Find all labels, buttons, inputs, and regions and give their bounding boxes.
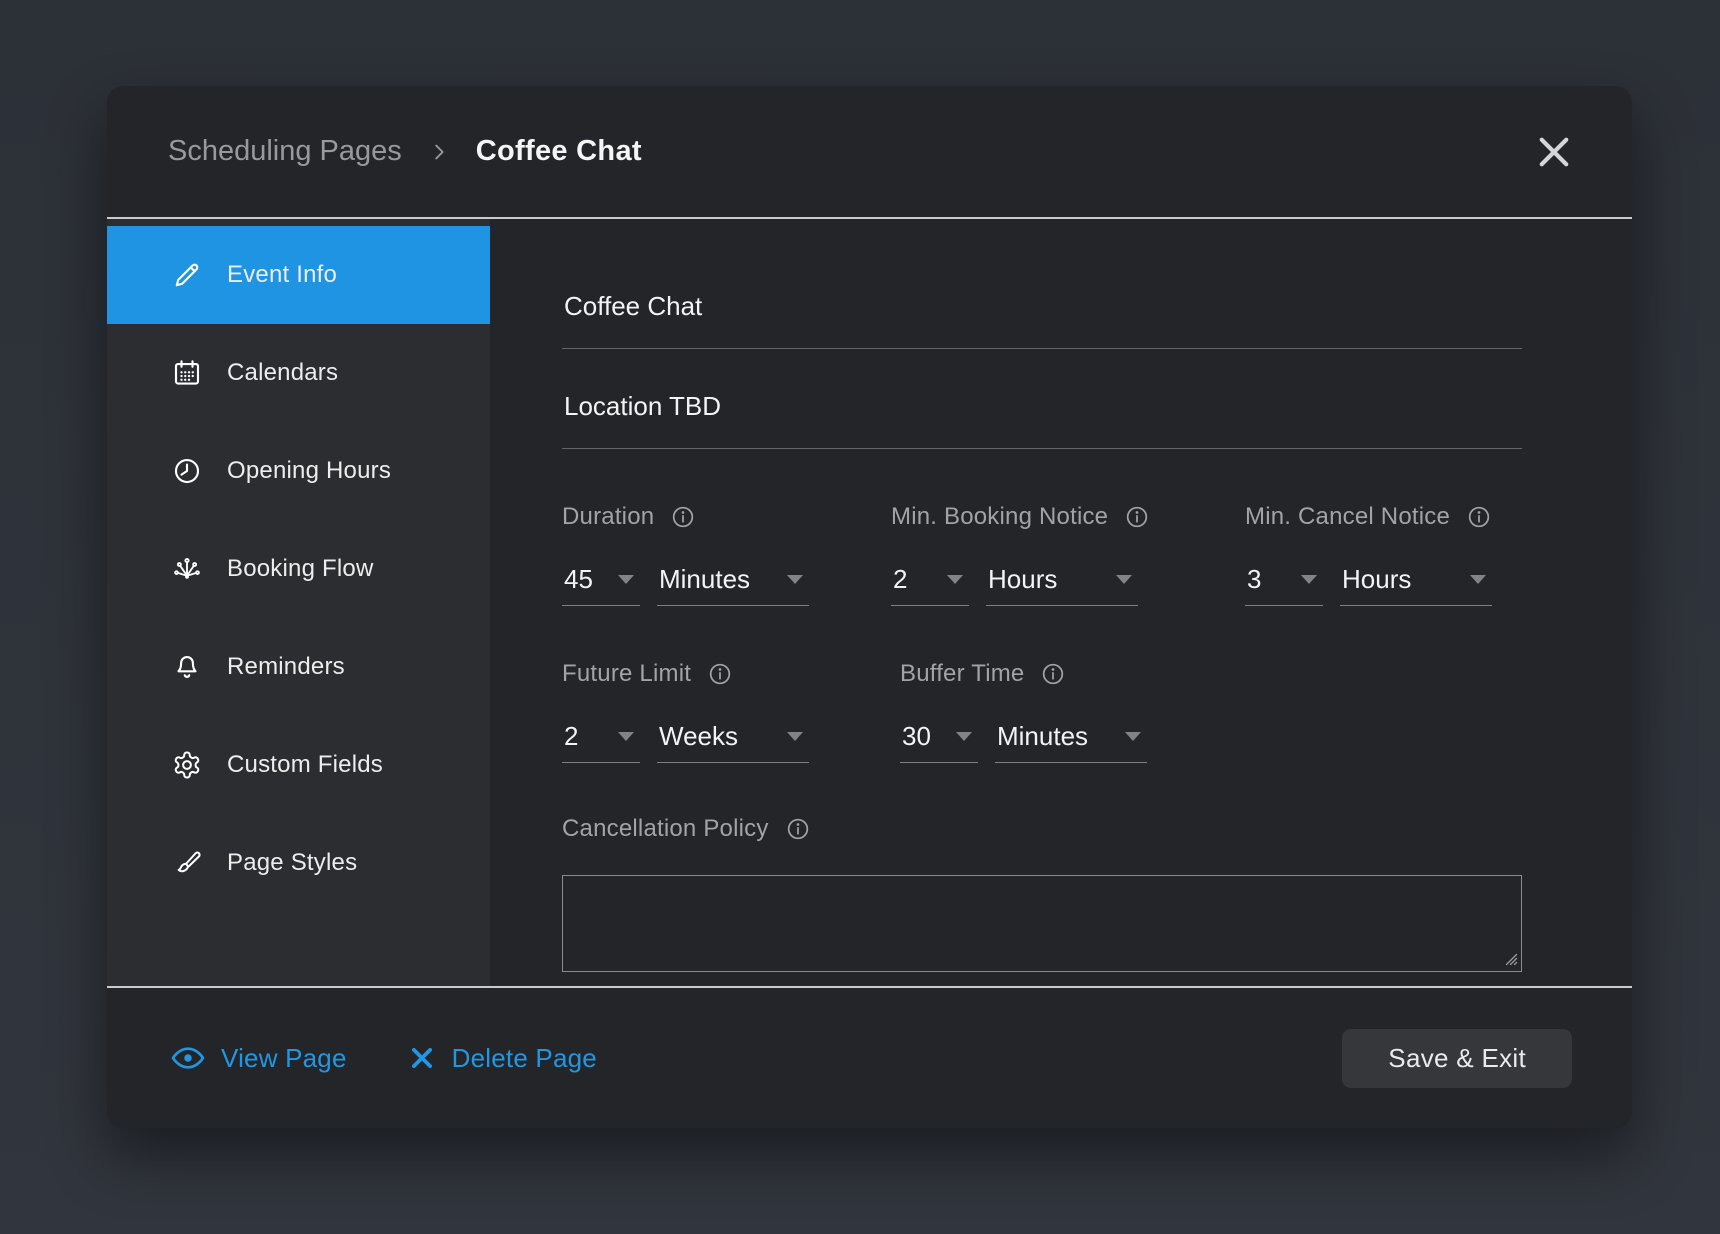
future-limit-field: Future Limit 2 Weeks [562, 660, 900, 763]
duration-info-button[interactable] [670, 504, 696, 530]
save-exit-button[interactable]: Save & Exit [1342, 1029, 1572, 1088]
chevron-down-icon [947, 575, 963, 584]
buffer-time-info-button[interactable] [1040, 661, 1066, 687]
sidebar-item-page-styles[interactable]: Page Styles [107, 814, 490, 912]
chevron-down-icon [618, 575, 634, 584]
sidebar-item-opening-hours[interactable]: Opening Hours [107, 422, 490, 520]
min-booking-notice-label: Min. Booking Notice [891, 503, 1108, 531]
sidebar-item-label: Custom Fields [227, 751, 383, 779]
sidebar-item-label: Booking Flow [227, 555, 373, 583]
min-cancel-notice-field: Min. Cancel Notice 3 Hours [1245, 503, 1492, 606]
min-cancel-notice-value-select[interactable]: 3 [1245, 563, 1323, 606]
sidebar-item-booking-flow[interactable]: Booking Flow [107, 520, 490, 618]
future-limit-unit-select[interactable]: Weeks [657, 720, 809, 763]
min-booking-notice-field: Min. Booking Notice 2 Hours [891, 503, 1245, 606]
field-row-2: Future Limit 2 Weeks [562, 660, 1522, 763]
chevron-down-icon [1470, 575, 1486, 584]
delete-page-link[interactable]: Delete Page [407, 1043, 597, 1074]
chevron-down-icon [956, 732, 972, 741]
sidebar-item-custom-fields[interactable]: Custom Fields [107, 716, 490, 814]
clock-icon [171, 455, 203, 487]
cancellation-policy-textarea[interactable] [562, 875, 1522, 972]
min-booking-notice-unit-select[interactable]: Hours [986, 563, 1138, 606]
min-cancel-notice-info-button[interactable] [1466, 504, 1492, 530]
chevron-down-icon [1301, 575, 1317, 584]
chevron-right-icon [428, 141, 450, 163]
chevron-down-icon [618, 732, 634, 741]
duration-unit-select[interactable]: Minutes [657, 563, 809, 606]
breadcrumb: Scheduling Pages Coffee Chat [168, 135, 642, 168]
sidebar-item-label: Calendars [227, 359, 338, 387]
buffer-time-field: Buffer Time 30 Minutes [900, 660, 1147, 763]
min-booking-notice-info-button[interactable] [1124, 504, 1150, 530]
scheduling-page-modal: Scheduling Pages Coffee Chat Event Info [107, 86, 1632, 1128]
info-icon [785, 816, 811, 842]
close-button[interactable] [1530, 128, 1578, 176]
eye-icon [170, 1040, 206, 1076]
resize-handle[interactable] [1501, 949, 1519, 967]
bell-icon [171, 651, 203, 683]
x-icon [407, 1043, 437, 1073]
info-icon [1466, 504, 1492, 530]
duration-label: Duration [562, 503, 654, 531]
min-cancel-notice-label: Min. Cancel Notice [1245, 503, 1450, 531]
close-icon [1533, 131, 1575, 173]
pencil-icon [171, 259, 203, 291]
buffer-time-label: Buffer Time [900, 660, 1024, 688]
future-limit-info-button[interactable] [707, 661, 733, 687]
view-page-link[interactable]: View Page [170, 1040, 347, 1076]
modal-header: Scheduling Pages Coffee Chat [107, 86, 1632, 219]
chevron-down-icon [1125, 732, 1141, 741]
modal-body: Event Info Calendars [107, 219, 1632, 986]
breadcrumb-root[interactable]: Scheduling Pages [168, 135, 402, 168]
sidebar-item-event-info[interactable]: Event Info [107, 226, 490, 324]
min-booking-notice-value-select[interactable]: 2 [891, 563, 969, 606]
location-input[interactable] [562, 391, 1522, 449]
min-cancel-notice-unit-select[interactable]: Hours [1340, 563, 1492, 606]
info-icon [670, 504, 696, 530]
event-name-input[interactable] [562, 291, 1522, 349]
calendar-icon [171, 357, 203, 389]
chevron-down-icon [787, 575, 803, 584]
info-icon [707, 661, 733, 687]
cancellation-policy-label: Cancellation Policy [562, 815, 769, 843]
chevron-down-icon [1116, 575, 1132, 584]
cancellation-policy-info-button[interactable] [785, 816, 811, 842]
buffer-time-value-select[interactable]: 30 [900, 720, 978, 763]
page-title: Coffee Chat [476, 135, 642, 168]
brush-icon [171, 847, 203, 879]
event-info-form: Duration 45 Minutes [490, 219, 1632, 986]
gear-icon [171, 749, 203, 781]
duration-value-select[interactable]: 45 [562, 563, 640, 606]
chevron-down-icon [787, 732, 803, 741]
sidebar-item-label: Opening Hours [227, 457, 391, 485]
sidebar: Event Info Calendars [107, 219, 490, 986]
sidebar-item-label: Event Info [227, 261, 337, 289]
cancellation-policy-field: Cancellation Policy [562, 815, 1522, 843]
flow-icon [171, 553, 203, 585]
future-limit-value-select[interactable]: 2 [562, 720, 640, 763]
sidebar-item-calendars[interactable]: Calendars [107, 324, 490, 422]
duration-field: Duration 45 Minutes [562, 503, 891, 606]
field-row-1: Duration 45 Minutes [562, 503, 1522, 606]
sidebar-item-reminders[interactable]: Reminders [107, 618, 490, 716]
buffer-time-unit-select[interactable]: Minutes [995, 720, 1147, 763]
sidebar-item-label: Page Styles [227, 849, 357, 877]
sidebar-item-label: Reminders [227, 653, 345, 681]
info-icon [1124, 504, 1150, 530]
future-limit-label: Future Limit [562, 660, 691, 688]
modal-footer: View Page Delete Page Save & Exit [107, 986, 1632, 1128]
info-icon [1040, 661, 1066, 687]
